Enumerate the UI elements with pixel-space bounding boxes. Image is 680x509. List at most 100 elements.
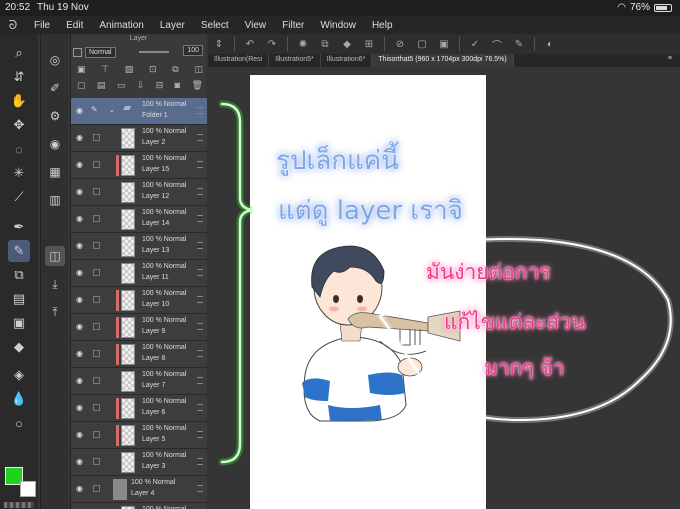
loading-icon[interactable]: ✺ [292, 39, 314, 50]
draft-icon[interactable]: ▨ [125, 64, 134, 78]
hand-tool-icon[interactable]: ✋ [8, 90, 30, 112]
layer-mask-icon[interactable]: ◙ [175, 80, 180, 94]
menu-window[interactable]: Window [312, 20, 364, 31]
app-logo-icon[interactable]: ᘐ [0, 18, 26, 33]
menu-animation[interactable]: Animation [91, 20, 151, 31]
visibility-eye-icon[interactable]: ◉ [76, 322, 86, 331]
eraser-icon[interactable]: ◆ [8, 336, 30, 358]
layer-lock-checkbox[interactable] [93, 215, 100, 222]
layer-row[interactable]: ◉ 100 % Normal Layer 5 [71, 422, 207, 449]
layers-icon[interactable]: ◫ [45, 246, 65, 266]
magic-wand-icon[interactable]: ✳ [8, 162, 30, 184]
layer-lock-checkbox[interactable] [93, 377, 100, 384]
drag-handle-icon[interactable] [197, 134, 203, 141]
move-tool-icon[interactable]: ✥ [8, 114, 30, 136]
visibility-eye-icon[interactable]: ◉ [76, 268, 86, 277]
drag-handle-icon[interactable] [197, 242, 203, 249]
layer-lock-checkbox[interactable] [93, 296, 100, 303]
invert-selection-icon[interactable]: ▣ [433, 39, 455, 50]
layer-row[interactable]: ◉ 100 % Normal Layer 4 [71, 476, 207, 503]
new-vector-icon[interactable]: ▤ [97, 80, 106, 94]
visibility-eye-icon[interactable]: ◉ [76, 295, 86, 304]
sub-tool-icon[interactable]: ✐ [45, 78, 65, 98]
layer-row[interactable]: ◉ 100 % Normal Layer 15 [71, 152, 207, 179]
menu-file[interactable]: File [26, 20, 58, 31]
visibility-eye-icon[interactable]: ◉ [76, 430, 86, 439]
new-folder-icon[interactable]: ▭ [117, 80, 126, 94]
check-icon[interactable]: ✓ [464, 39, 486, 50]
opacity-value[interactable]: 100 [183, 45, 203, 56]
drag-handle-icon[interactable] [197, 323, 203, 330]
layer-lock-checkbox[interactable] [93, 323, 100, 330]
visibility-eye-icon[interactable]: ◉ [76, 376, 86, 385]
layer-lock-checkbox[interactable] [93, 161, 100, 168]
blend-mode-select[interactable]: Normal [85, 46, 116, 58]
drag-handle-icon[interactable] [197, 431, 203, 438]
clip-icon[interactable]: ▣ [77, 64, 86, 78]
drag-handle-icon[interactable] [197, 377, 203, 384]
layer-color-icon[interactable] [73, 47, 82, 57]
layer-row[interactable]: ◉100 % Normal [71, 503, 207, 509]
deselect-icon[interactable]: ⊘ [389, 39, 411, 50]
visibility-eye-icon[interactable]: ◉ [76, 403, 86, 412]
navigator-icon[interactable]: ◎ [45, 50, 65, 70]
copy-icon[interactable]: ⧉ [314, 39, 336, 50]
transparent-color-swatch[interactable] [4, 502, 34, 508]
reference-icon[interactable]: ⊤ [101, 64, 109, 78]
layer-row[interactable]: ◉ 100 % Normal Layer 7 [71, 368, 207, 395]
visibility-eye-icon[interactable]: ◉ [76, 241, 86, 250]
menu-select[interactable]: Select [193, 20, 237, 31]
mask-icon[interactable]: ◫ [194, 64, 203, 78]
layer-lock-checkbox[interactable] [93, 458, 100, 465]
visibility-eye-icon[interactable]: ◉ [76, 187, 86, 196]
layer-lock-checkbox[interactable] [93, 269, 100, 276]
drag-handle-icon[interactable] [197, 485, 203, 492]
pen-tool-icon[interactable]: ✒ [8, 216, 30, 238]
visibility-eye-icon[interactable]: ◉ [76, 484, 86, 493]
background-color-swatch[interactable] [20, 481, 36, 497]
layer-lock-checkbox[interactable] [93, 404, 100, 411]
layer-row-folder[interactable]: ◉ ✎ ⌄ ▰ 100 % Normal Folder 1 [71, 98, 207, 125]
layer-row[interactable]: ◉ 100 % Normal Layer 6 [71, 395, 207, 422]
drag-handle-icon[interactable] [197, 107, 203, 114]
redo-icon[interactable]: ↷ [261, 39, 283, 50]
layer-lock-checkbox[interactable] [93, 350, 100, 357]
menu-filter[interactable]: Filter [274, 20, 312, 31]
companion-icon[interactable]: ◐ [539, 39, 561, 50]
tab-illustration5[interactable]: Illustration5* [269, 54, 321, 67]
layer-lock-checkbox[interactable] [93, 134, 100, 141]
import-icon[interactable]: ⤓ [45, 274, 65, 294]
visibility-eye-icon[interactable]: ◉ [76, 160, 86, 169]
decoration-icon[interactable]: ▤ [8, 288, 30, 310]
transform-icon[interactable]: ⊞ [358, 39, 380, 50]
brush-tool-icon[interactable]: ✎ [8, 240, 30, 262]
visibility-eye-icon[interactable]: ◉ [76, 457, 86, 466]
layer-lock-checkbox[interactable] [93, 431, 100, 438]
drag-handle-icon[interactable] [197, 296, 203, 303]
visibility-eye-icon[interactable]: ◉ [76, 349, 86, 358]
pen-pressure-icon[interactable]: ✎ [508, 39, 530, 50]
merge-icon[interactable]: ⊟ [156, 80, 164, 94]
view-rotate-icon[interactable]: ⇵ [8, 66, 30, 88]
color-wheel-icon[interactable]: ◉ [45, 134, 65, 154]
zoom-stepper-icon[interactable]: ⇕ [208, 39, 230, 50]
drag-handle-icon[interactable] [197, 404, 203, 411]
opacity-slider[interactable] [138, 51, 169, 53]
menu-edit[interactable]: Edit [58, 20, 91, 31]
select-all-icon[interactable]: ▢ [411, 39, 433, 50]
material-icon[interactable]: ▦ [45, 162, 65, 182]
visibility-eye-icon[interactable]: ◉ [76, 133, 86, 142]
lock-transparency-icon[interactable]: ⧉ [172, 64, 178, 78]
layer-lock-checkbox[interactable] [93, 188, 100, 195]
lock-icon[interactable]: ⊡ [149, 64, 157, 78]
image-material-icon[interactable]: ▣ [8, 312, 30, 334]
visibility-eye-icon[interactable]: ◉ [76, 214, 86, 223]
drag-handle-icon[interactable] [197, 458, 203, 465]
new-raster-icon[interactable]: ▢ [77, 80, 86, 94]
menu-help[interactable]: Help [364, 20, 401, 31]
zoom-tool-icon[interactable]: ⌕ [8, 42, 30, 64]
undo-icon[interactable]: ↶ [239, 39, 261, 50]
drag-handle-icon[interactable] [197, 188, 203, 195]
blend-tool-icon[interactable]: 💧 [8, 388, 30, 410]
tab-illustration-resi[interactable]: Illustration(Resi [208, 54, 270, 67]
